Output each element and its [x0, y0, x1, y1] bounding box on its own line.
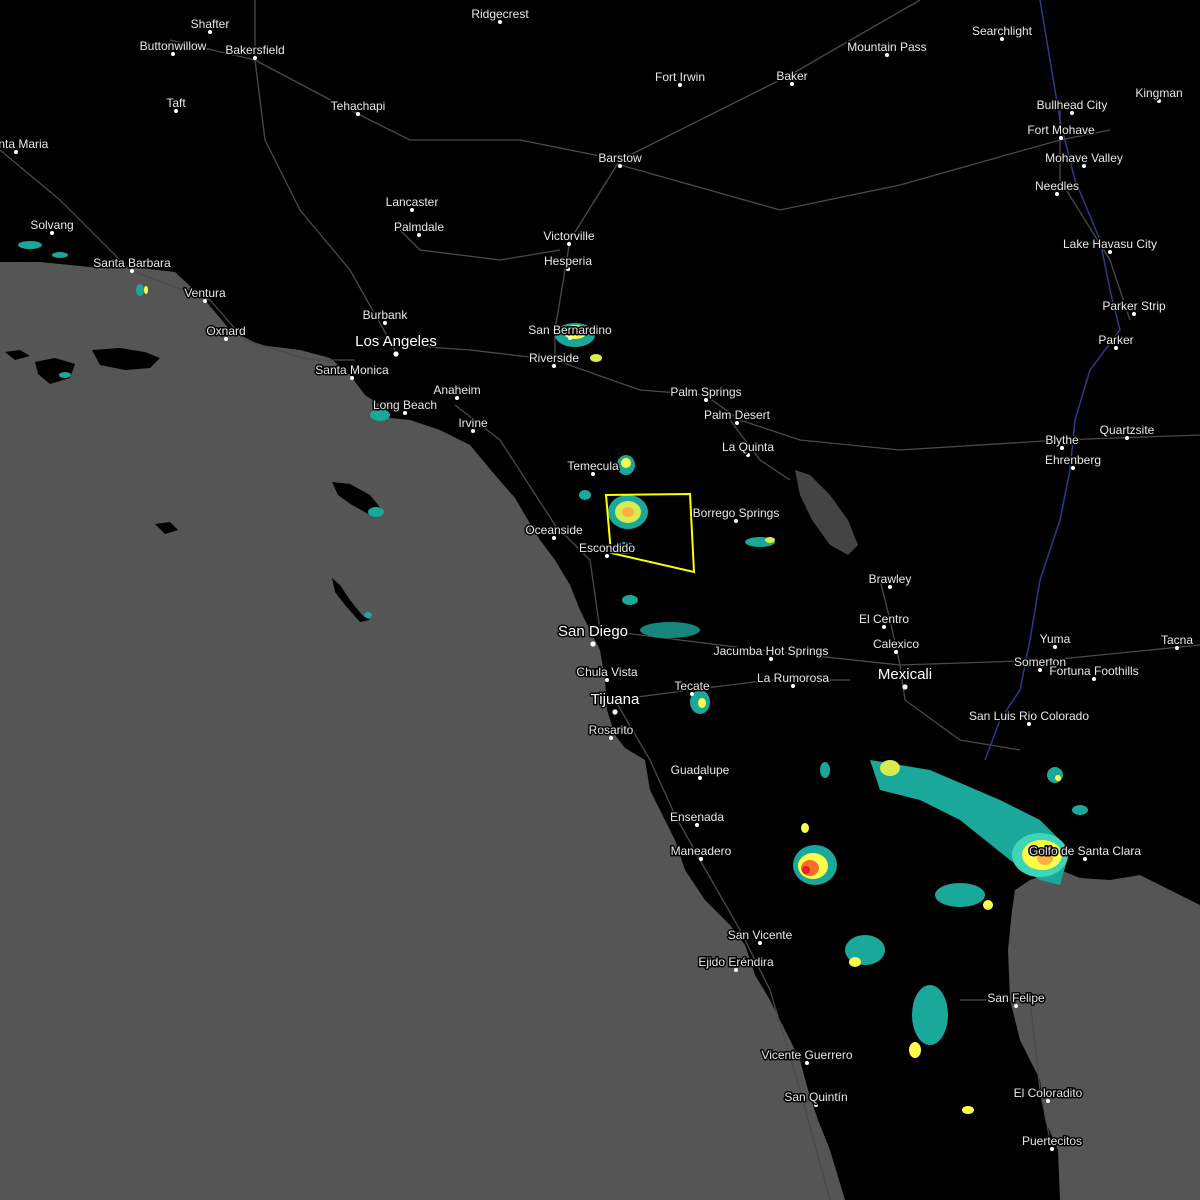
city-label: Temecula — [567, 459, 619, 473]
city-label: Borrego Springs — [693, 506, 780, 520]
city-label: Vicente Guerrero — [761, 1048, 852, 1062]
city-label: Hesperia — [544, 254, 592, 268]
city-label: Burbank — [363, 308, 409, 322]
city-label: Bullhead City — [1037, 98, 1108, 112]
city-label: Tecate — [674, 679, 710, 693]
city-dot — [612, 709, 618, 715]
city-label: San Diego — [558, 623, 628, 640]
city-label: Ventura — [184, 286, 226, 300]
city-label: Yuma — [1040, 632, 1071, 646]
city-label: Riverside — [529, 351, 579, 365]
city-label: Palmdale — [394, 220, 444, 234]
city-label: Fortuna Foothills — [1049, 664, 1138, 678]
city-label: Blythe — [1045, 433, 1079, 447]
city-label: Puertecitos — [1022, 1134, 1082, 1148]
city-label: Baker — [776, 69, 807, 83]
city-label: Solvang — [30, 218, 73, 232]
city-label: Buttonwillow — [140, 39, 207, 53]
city-dot — [590, 641, 596, 647]
city-label: Tijuana — [591, 691, 640, 708]
city-label: La Quinta — [722, 440, 774, 454]
city-label: Ridgecrest — [471, 7, 529, 21]
city-label: Ehrenberg — [1045, 453, 1101, 467]
city-label: Jacumba Hot Springs — [714, 644, 829, 658]
city-label: Chula Vista — [576, 665, 637, 679]
radar-map[interactable]: Ridgecrest Shafter Buttonwillow Bakersfield… — [0, 0, 1200, 1200]
city-label: Maneadero — [671, 844, 732, 858]
city-label: Fort Mohave — [1027, 123, 1095, 137]
city-label: Mexicali — [878, 666, 932, 683]
city-label: Palm Desert — [704, 408, 771, 422]
land-area — [0, 0, 1200, 1200]
city-label: Santa Maria — [0, 137, 49, 151]
city-label: Ensenada — [670, 810, 724, 824]
city-label: Anaheim — [433, 383, 480, 397]
city-label: Oceanside — [525, 523, 583, 537]
city-dot — [393, 351, 399, 357]
city-label: Mountain Pass — [847, 40, 926, 54]
city-label: Parker — [1098, 333, 1133, 347]
city-label: San Vicente — [728, 928, 793, 942]
city-label: Needles — [1035, 179, 1079, 193]
city-label: Lancaster — [386, 195, 439, 209]
city-label: Escondido — [579, 541, 635, 555]
city-label: Bakersfield — [225, 43, 284, 57]
city-label: La Rumorosa — [757, 671, 829, 685]
city-label: Los Angeles — [355, 333, 437, 350]
city-label: Tacna — [1161, 633, 1193, 647]
city-label: Golfo de Santa Clara — [1029, 844, 1141, 858]
city-label: San Felipe — [987, 991, 1045, 1005]
city-label: Tehachapi — [331, 99, 386, 113]
city-label: Shafter — [191, 17, 230, 31]
city-label: Searchlight — [972, 24, 1033, 38]
city-label: Kingman — [1135, 86, 1182, 100]
city-label: Parker Strip — [1102, 299, 1166, 313]
city-label: Rosarito — [589, 723, 634, 737]
city-label: Long Beach — [373, 398, 437, 412]
city-label: Ejido Eréndira — [698, 955, 774, 969]
city-label: Santa Barbara — [93, 256, 171, 270]
city-label: El Centro — [859, 612, 909, 626]
city-label: Quartzsite — [1100, 423, 1155, 437]
city-label: Santa Monica — [315, 363, 389, 377]
city-label: San Luis Rio Colorado — [969, 709, 1089, 723]
city-label: Barstow — [598, 151, 642, 165]
city-label: Palm Springs — [670, 385, 741, 399]
city-label: Fort Irwin — [655, 70, 705, 84]
city-label: Taft — [166, 96, 186, 110]
city-label: San Quintín — [784, 1090, 847, 1104]
city-label: Calexico — [873, 637, 919, 651]
city-label: San Bernardino — [528, 323, 612, 337]
city-dot — [902, 684, 908, 690]
city-label: El Coloradito — [1014, 1086, 1083, 1100]
city-label: Brawley — [869, 572, 912, 586]
city-label: Guadalupe — [671, 763, 730, 777]
city-label: Oxnard — [206, 324, 245, 338]
city-label: Lake Havasu City — [1063, 237, 1157, 251]
city-label: Victorville — [543, 229, 594, 243]
city-label: Irvine — [458, 416, 488, 430]
city-label: Mohave Valley — [1045, 151, 1123, 165]
